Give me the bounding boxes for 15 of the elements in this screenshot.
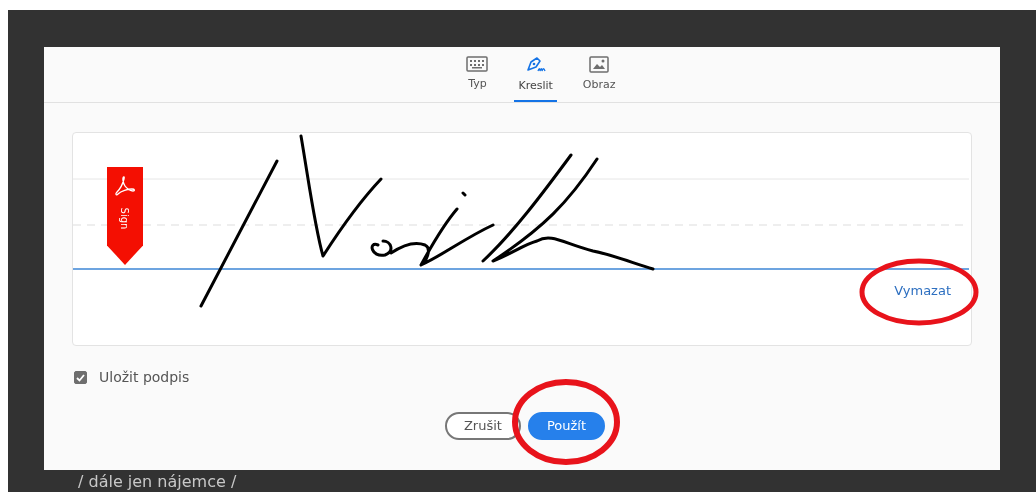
document-text: / dále jen nájemce / bbox=[78, 473, 237, 492]
apply-button[interactable]: Použít bbox=[527, 412, 606, 440]
signature-pad[interactable]: Sign Vymazat bbox=[72, 132, 972, 346]
image-icon bbox=[589, 56, 610, 73]
tab[interactable]: Obraz bbox=[578, 47, 620, 102]
acrobat-icon bbox=[114, 175, 136, 197]
pen-icon bbox=[524, 56, 547, 74]
clear-link[interactable]: Vymazat bbox=[894, 281, 951, 301]
cancel-button[interactable]: Zrušit bbox=[444, 412, 521, 440]
checkbox-label: Uložit podpis bbox=[99, 368, 190, 387]
keyboard-icon bbox=[466, 56, 489, 72]
tab[interactable]: Typ bbox=[462, 47, 493, 102]
checkbox[interactable] bbox=[74, 371, 87, 384]
tab[interactable]: Kreslit bbox=[514, 47, 557, 102]
sign-label: Sign bbox=[118, 207, 132, 230]
